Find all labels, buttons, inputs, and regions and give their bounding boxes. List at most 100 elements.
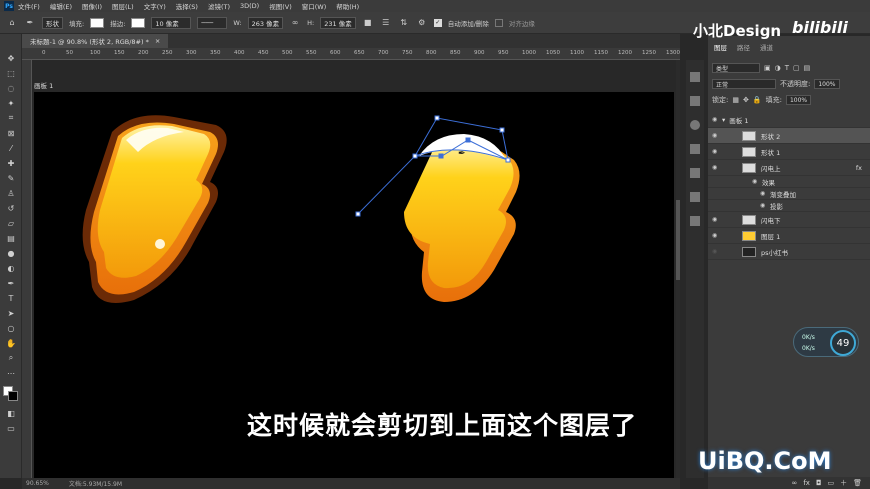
visibility-eye-icon[interactable]: ◉ <box>712 232 722 239</box>
artboard-label[interactable]: 画板 1 <box>34 80 53 90</box>
hand-tool-icon[interactable]: ✋ <box>4 337 18 349</box>
menu-file[interactable]: 文件(F) <box>18 1 40 11</box>
visibility-eye-icon[interactable]: ◉ <box>752 178 762 185</box>
visibility-eye-icon[interactable]: ◉ <box>712 248 722 255</box>
blend-mode-select[interactable]: 正常 <box>712 79 776 89</box>
zoom-level[interactable]: 90.65% <box>26 480 49 487</box>
background-color-swatch[interactable] <box>8 391 18 401</box>
pen-tool-active-icon[interactable]: ✒ <box>4 277 18 289</box>
layer-effect-row[interactable]: ◉ 投影 <box>708 200 870 212</box>
dodge-tool-icon[interactable]: ◐ <box>4 262 18 274</box>
width-input[interactable]: 263 像素 <box>247 16 284 29</box>
new-layer-icon[interactable]: ＋ <box>840 478 847 488</box>
new-group-icon[interactable]: ▭ <box>827 479 834 487</box>
layer-row[interactable]: ◉ 形状 1 <box>708 144 870 160</box>
menu-layer[interactable]: 图层(L) <box>112 1 134 11</box>
vertical-scrollbar[interactable] <box>676 60 680 478</box>
delete-layer-icon[interactable]: 🗑 <box>853 479 862 487</box>
color-panel-icon[interactable] <box>690 120 700 130</box>
more-tools-icon[interactable]: ⋯ <box>4 367 18 379</box>
visibility-eye-icon[interactable]: ◉ <box>712 164 722 171</box>
visibility-eye-icon[interactable]: ◉ <box>712 132 722 139</box>
path-align-icon[interactable]: ☰ <box>380 17 392 29</box>
auto-add-delete-checkbox[interactable]: ✓ <box>433 18 442 27</box>
menu-help[interactable]: 帮助(H) <box>336 1 359 11</box>
screen-mode-icon[interactable]: ▭ <box>4 422 18 434</box>
filter-type-icon[interactable]: T <box>785 64 789 72</box>
move-tool-icon[interactable]: ✥ <box>4 52 18 64</box>
menu-3d[interactable]: 3D(D) <box>240 2 259 10</box>
settings-gear-icon[interactable]: ⚙ <box>416 17 428 29</box>
blur-tool-icon[interactable]: ● <box>4 247 18 259</box>
visibility-eye-icon[interactable]: ◉ <box>712 116 722 123</box>
brush-tool-icon[interactable]: ✎ <box>4 172 18 184</box>
fx-icon[interactable]: fx <box>856 164 862 172</box>
eyedropper-tool-icon[interactable]: ⁄ <box>4 142 18 154</box>
menu-view[interactable]: 视图(V) <box>269 1 292 11</box>
healing-brush-tool-icon[interactable]: ✚ <box>4 157 18 169</box>
path-operations-icon[interactable]: ■ <box>362 17 374 29</box>
fill-swatch[interactable] <box>90 17 105 28</box>
height-input[interactable]: 231 像素 <box>320 16 356 29</box>
add-style-icon[interactable]: fx <box>803 479 810 487</box>
tab-layers[interactable]: 图层 <box>714 42 727 56</box>
layer-row[interactable]: ◉ 闪电下 <box>708 212 870 228</box>
visibility-eye-icon[interactable]: ◉ <box>712 148 722 155</box>
frame-tool-icon[interactable]: ⊠ <box>4 127 18 139</box>
adjustments-panel-icon[interactable] <box>690 168 700 178</box>
fill-input[interactable]: 100% <box>785 95 812 105</box>
stroke-swatch-icon[interactable] <box>131 17 146 28</box>
gradient-tool-icon[interactable]: ▤ <box>4 232 18 244</box>
pen-tool-icon[interactable]: ✒ <box>24 17 36 29</box>
crop-tool-icon[interactable]: ⌗ <box>4 112 18 124</box>
menu-type[interactable]: 文字(Y) <box>144 1 166 11</box>
properties-panel-icon[interactable] <box>690 96 700 106</box>
close-icon[interactable]: × <box>155 37 160 45</box>
link-layers-icon[interactable]: ∞ <box>791 479 797 487</box>
menu-filter[interactable]: 滤镜(T) <box>208 1 230 11</box>
marquee-tool-icon[interactable]: ⬚ <box>4 67 18 79</box>
lock-pixels-icon[interactable]: ▦ <box>732 96 739 104</box>
tab-paths[interactable]: 路径 <box>737 42 750 56</box>
filter-adjust-icon[interactable]: ◑ <box>775 64 781 72</box>
layer-row[interactable]: ◉ ps小红书 <box>708 244 870 260</box>
paths-panel-icon[interactable] <box>690 216 700 226</box>
quick-mask-icon[interactable]: ◧ <box>4 407 18 419</box>
history-panel-icon[interactable] <box>690 72 700 82</box>
clone-stamp-tool-icon[interactable]: ♙ <box>4 187 18 199</box>
layer-row[interactable]: ◉ 闪电上 fx <box>708 160 870 176</box>
add-mask-icon[interactable]: ◘ <box>816 479 822 487</box>
history-brush-tool-icon[interactable]: ↺ <box>4 202 18 214</box>
menu-image[interactable]: 图像(I) <box>82 1 102 11</box>
styles-panel-icon[interactable] <box>690 192 700 202</box>
menu-select[interactable]: 选择(S) <box>176 1 198 11</box>
align-edges-checkbox[interactable] <box>494 18 503 27</box>
layer-row[interactable]: ◉ ▾ 画板 1 <box>708 112 870 128</box>
layer-row[interactable]: ◉ 图层 1 <box>708 228 870 244</box>
stroke-width-input[interactable]: 10 像素 <box>151 16 192 29</box>
menu-window[interactable]: 窗口(W) <box>302 1 327 11</box>
visibility-eye-icon[interactable]: ◉ <box>760 202 770 209</box>
eraser-tool-icon[interactable]: ▱ <box>4 217 18 229</box>
filter-pixel-icon[interactable]: ▣ <box>764 64 771 72</box>
link-icon[interactable]: ∞ <box>289 17 301 29</box>
visibility-eye-icon[interactable]: ◉ <box>760 190 770 197</box>
menu-edit[interactable]: 编辑(E) <box>50 1 72 11</box>
layer-effect-row[interactable]: ◉ 效果 <box>708 176 870 188</box>
layer-effect-row[interactable]: ◉ 渐变叠加 <box>708 188 870 200</box>
ellipse-tool-icon[interactable]: ○ <box>4 322 18 334</box>
visibility-eye-icon[interactable]: ◉ <box>712 216 722 223</box>
type-tool-icon[interactable]: T <box>4 292 18 304</box>
layer-row[interactable]: ◉ 形状 2 <box>708 128 870 144</box>
document-tab[interactable]: 未标题-1 @ 90.8% (形状 2, RGB/8#) * × <box>22 34 169 48</box>
home-icon[interactable]: ⌂ <box>6 17 18 29</box>
magic-wand-tool-icon[interactable]: ✦ <box>4 97 18 109</box>
filter-smart-icon[interactable]: ▤ <box>804 64 811 72</box>
layer-filter-select[interactable]: 类型 <box>712 63 760 73</box>
tool-mode-select[interactable]: 形状 <box>42 16 63 29</box>
stroke-style-select[interactable]: ─── <box>197 16 228 29</box>
swatches-panel-icon[interactable] <box>690 144 700 154</box>
path-selection-tool-icon[interactable]: ➤ <box>4 307 18 319</box>
lock-position-icon[interactable]: ✥ <box>743 96 749 104</box>
path-arrange-icon[interactable]: ⇅ <box>398 17 410 29</box>
